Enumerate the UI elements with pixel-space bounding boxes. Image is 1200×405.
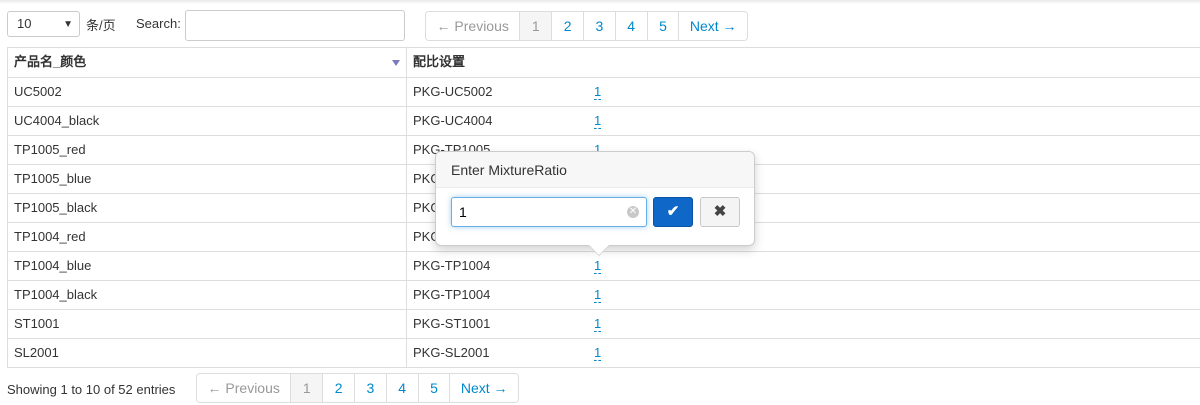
top-shadow [0, 0, 1200, 4]
package-cell: PKG-ST1001 [413, 316, 491, 331]
clear-input-icon[interactable]: ✕ [627, 206, 639, 218]
sort-desc-icon [392, 60, 400, 66]
column-header-ratio-label: 配比设置 [413, 54, 466, 69]
table-row: TP1004_black PKG-TP1004 1 [8, 281, 1200, 310]
ratio-edit-link[interactable]: 1 [594, 114, 602, 129]
close-icon: ✖ [713, 203, 727, 220]
page-1-button[interactable]: 1 [519, 12, 552, 40]
ratio-edit-link[interactable]: 1 [594, 317, 602, 332]
product-cell: TP1004_blue [8, 252, 407, 280]
confirm-button[interactable]: ✔ [653, 197, 693, 227]
product-cell: TP1005_black [8, 194, 407, 222]
product-cell: UC5002 [8, 78, 407, 106]
page-length-suffix: 条/页 [86, 18, 116, 33]
product-cell: ST1001 [8, 310, 407, 338]
table-info: Showing 1 to 10 of 52 entries [7, 382, 176, 397]
popover-arrow-inner [589, 245, 609, 255]
ratio-edit-link[interactable]: 1 [594, 346, 602, 361]
table-row: ST1001 PKG-ST1001 1 [8, 310, 1200, 339]
ratio-cell: 1 [587, 78, 1200, 106]
table-header-row: 产品名_颜色 配比设置 [8, 48, 1200, 78]
mixture-ratio-input[interactable] [451, 197, 647, 227]
ratio-cell: 1 [587, 281, 1200, 309]
next-page-button[interactable]: Next → [678, 12, 747, 40]
ratio-edit-link[interactable]: 1 [594, 288, 602, 303]
page-4-button[interactable]: 4 [385, 374, 418, 402]
table-row: TP1004_blue PKG-TP1004 1 [8, 252, 1200, 281]
page-5-button[interactable]: 5 [646, 12, 679, 40]
table-row: SL2001 PKG-SL2001 1 [8, 339, 1200, 368]
ratio-edit-link[interactable]: 1 [594, 259, 602, 274]
package-cell: PKG-TP1004 [413, 258, 491, 273]
previous-page-button[interactable]: ← Previous [426, 12, 520, 40]
column-header-product-label: 产品名_颜色 [14, 54, 87, 69]
product-cell: SL2001 [8, 339, 407, 367]
column-header-extra [587, 48, 1200, 77]
next-page-button[interactable]: Next → [449, 374, 518, 402]
page-2-button[interactable]: 2 [322, 374, 354, 402]
product-cell: TP1004_black [8, 281, 407, 309]
ratio-cell: 1 [587, 107, 1200, 135]
ratio-edit-link[interactable]: 1 [594, 85, 602, 100]
product-cell: TP1005_red [8, 136, 407, 164]
column-header-product[interactable]: 产品名_颜色 [8, 48, 407, 77]
page-3-button[interactable]: 3 [354, 374, 386, 402]
previous-page-button[interactable]: ← Previous [197, 374, 291, 402]
ratio-cell: 1 [587, 252, 1200, 280]
product-cell: TP1005_blue [8, 165, 407, 193]
page-length-value: 10 [17, 16, 32, 31]
table-row: UC4004_black PKG-UC4004 1 [8, 107, 1200, 136]
search-input[interactable] [185, 10, 405, 41]
ratio-cell: 1 [587, 310, 1200, 338]
page-2-button[interactable]: 2 [551, 12, 583, 40]
pagination-top: ← Previous 1 2 3 4 5 Next → [425, 11, 748, 41]
package-cell: PKG-SL2001 [413, 345, 490, 360]
page-1-button[interactable]: 1 [290, 374, 323, 402]
pagination-bottom: ← Previous 1 2 3 4 5 Next → [196, 373, 519, 403]
page-4-button[interactable]: 4 [614, 12, 647, 40]
page-length-select[interactable]: 10 ▼ [7, 11, 80, 37]
page-3-button[interactable]: 3 [583, 12, 615, 40]
table-row: UC5002 PKG-UC5002 1 [8, 78, 1200, 107]
cancel-button[interactable]: ✖ [700, 197, 740, 227]
column-header-ratio[interactable]: 配比设置 [407, 48, 587, 77]
popover-title: Enter MixtureRatio [436, 152, 754, 188]
search-label: Search: [136, 16, 181, 31]
package-cell: PKG-TP1004 [413, 287, 491, 302]
product-cell: TP1004_red [8, 223, 407, 251]
page-5-button[interactable]: 5 [417, 374, 450, 402]
checkmark-icon: ✔ [666, 203, 680, 220]
edit-ratio-popover: Enter MixtureRatio ✕ ✔ ✖ [435, 151, 755, 256]
package-cell: PKG-UC5002 [413, 84, 493, 99]
caret-down-icon: ▼ [63, 19, 73, 30]
ratio-cell: 1 [587, 339, 1200, 367]
package-cell: PKG-UC4004 [413, 113, 493, 128]
product-cell: UC4004_black [8, 107, 407, 135]
